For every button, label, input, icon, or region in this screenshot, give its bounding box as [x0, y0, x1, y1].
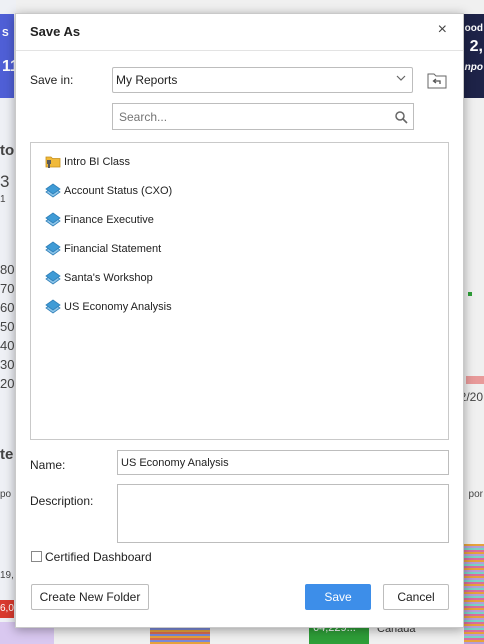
background-kpi-tile: S 11 [0, 14, 19, 98]
dialog-title: Save As [30, 24, 81, 39]
search-icon[interactable] [394, 110, 408, 124]
background-value-small: 1 [0, 194, 6, 205]
dashboard-icon [45, 270, 61, 285]
list-item-label: Financial Statement [64, 243, 162, 255]
background-label: po [0, 489, 12, 500]
dashboard-icon [45, 299, 61, 314]
dashboard-icon [45, 241, 61, 256]
save-in-value: My Reports [116, 73, 178, 87]
name-field[interactable] [117, 450, 449, 475]
background-bar: 6,0 [0, 600, 14, 618]
save-button[interactable]: Save [305, 584, 371, 610]
name-label: Name: [30, 458, 66, 472]
background-axis-tick: 50 [0, 319, 15, 334]
list-item-label: Finance Executive [64, 214, 154, 226]
background-heading-2: te [0, 446, 14, 463]
cancel-button[interactable]: Cancel [383, 584, 449, 610]
background-axis-tick: 40 [0, 338, 15, 353]
background-chart-fragment-right [464, 544, 484, 644]
dashboard-icon [45, 212, 61, 227]
background-value: 19, [0, 570, 14, 581]
chevron-down-icon [396, 75, 406, 81]
background-axis-tick: 60 [0, 300, 15, 315]
background-heading: to [0, 142, 15, 159]
list-item-label: Intro BI Class [64, 156, 131, 168]
background-mark [466, 376, 484, 384]
search-input[interactable] [113, 104, 393, 129]
create-new-folder-button[interactable]: Create New Folder [31, 584, 149, 610]
list-item-label: US Economy Analysis [64, 301, 172, 313]
background-kpi-tile-dark: ood 2, npo [464, 14, 484, 98]
up-one-level-icon[interactable] [427, 71, 447, 89]
background-axis-tick: 70 [0, 281, 15, 296]
background-label-right: por [468, 489, 483, 500]
dialog-title-bar[interactable]: Save As × [16, 14, 463, 51]
list-item-label: Account Status (CXO) [64, 185, 173, 197]
description-field[interactable] [117, 484, 449, 543]
background-axis-tick: 80 [0, 262, 15, 277]
background-axis-tick: 30 [0, 357, 15, 372]
certified-dashboard-checkbox[interactable] [31, 551, 42, 562]
close-button[interactable]: × [438, 21, 447, 39]
folder-icon [45, 156, 61, 168]
save-in-dropdown[interactable]: My Reports [112, 67, 413, 93]
background-chart-fragment [150, 626, 210, 644]
description-label: Description: [30, 494, 94, 508]
certified-dashboard-label[interactable]: Certified Dashboard [45, 550, 152, 564]
background-axis-tick: 20 [0, 376, 15, 391]
background-point [468, 292, 472, 296]
background-value: 3 [0, 172, 10, 191]
save-in-label: Save in: [30, 73, 74, 87]
dashboard-icon [45, 183, 61, 198]
save-as-dialog: Save As × Save in: My Reports Intro BI C… [15, 13, 464, 628]
search-box [112, 103, 414, 130]
file-list: Intro BI Class Account Status (CXO) Fina… [30, 142, 449, 440]
list-item-label: Santa's Workshop [64, 272, 153, 284]
